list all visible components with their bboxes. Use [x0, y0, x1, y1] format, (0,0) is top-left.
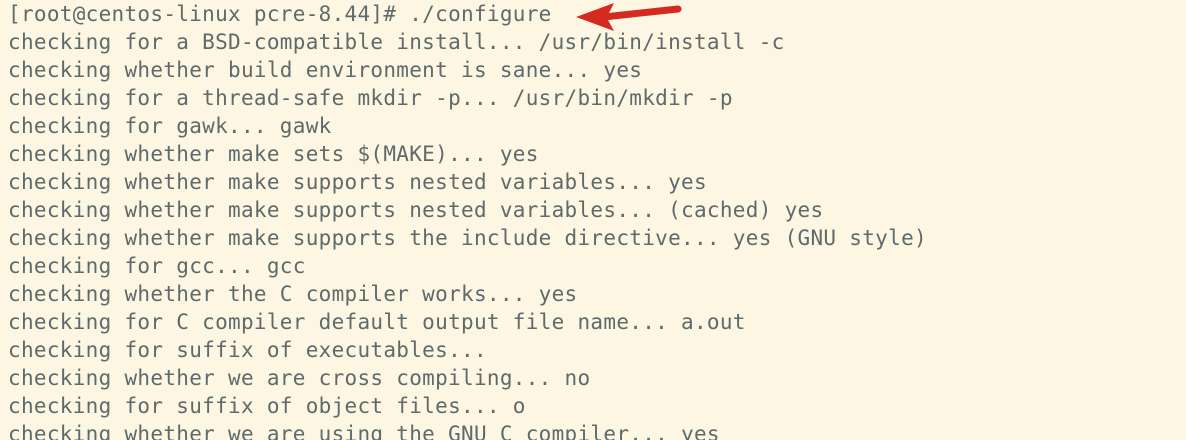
output-line: checking whether we are using the GNU C … [8, 422, 720, 440]
output-line: checking for suffix of executables... [8, 338, 487, 362]
output-line: checking whether make sets $(MAKE)... ye… [8, 142, 539, 166]
output-line: checking whether build environment is sa… [8, 58, 643, 82]
output-line: checking for gcc... gcc [8, 254, 306, 278]
output-line: checking for gawk... gawk [8, 114, 332, 138]
output-line: checking for suffix of object files... o [8, 394, 526, 418]
output-line: checking for a thread-safe mkdir -p... /… [8, 86, 733, 110]
output-line: checking whether make supports the inclu… [8, 226, 927, 250]
output-line: checking whether make supports nested va… [8, 170, 707, 194]
output-line: checking whether make supports nested va… [8, 198, 824, 222]
terminal-output: [root@centos-linux pcre-8.44]# ./configu… [8, 0, 1186, 440]
command-prompt-line: [root@centos-linux pcre-8.44]# ./configu… [8, 2, 552, 26]
output-line: checking whether the C compiler works...… [8, 282, 578, 306]
output-line: checking whether we are cross compiling.… [8, 366, 591, 390]
terminal-window[interactable]: [root@centos-linux pcre-8.44]# ./configu… [0, 0, 1186, 440]
output-line: checking for a BSD-compatible install...… [8, 30, 785, 54]
output-line: checking for C compiler default output f… [8, 310, 746, 334]
